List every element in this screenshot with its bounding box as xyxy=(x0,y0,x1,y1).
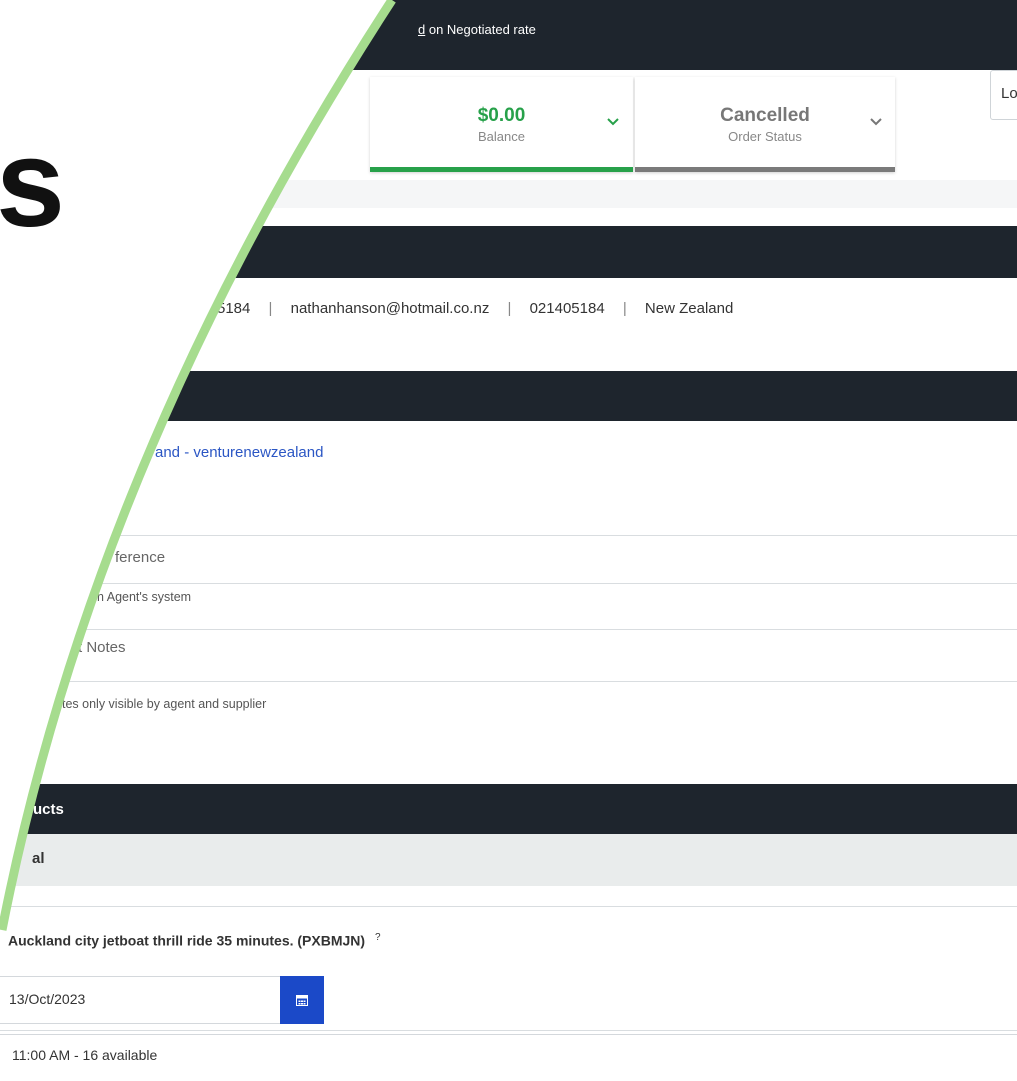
big-letter: s xyxy=(0,115,65,253)
decorative-arc-overlay xyxy=(0,0,396,931)
